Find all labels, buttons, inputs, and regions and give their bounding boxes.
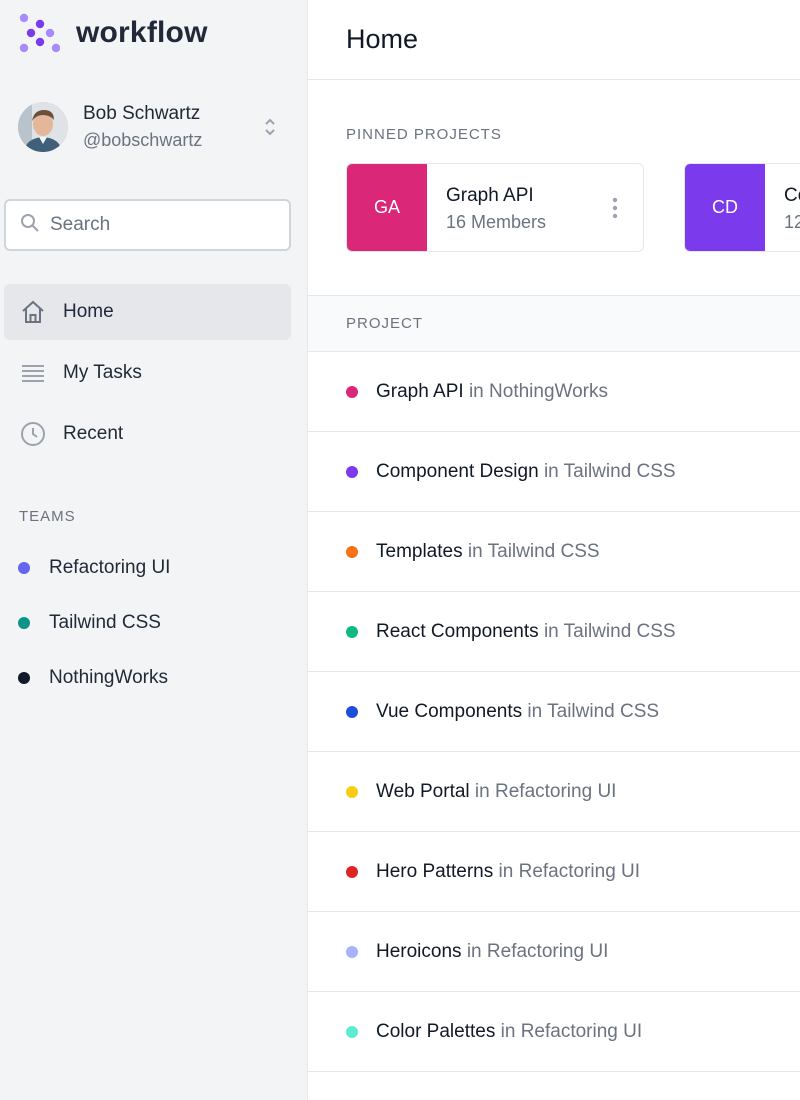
main-content: Home PINNED PROJECTS GA Graph API 16 Mem… <box>308 0 800 1100</box>
user-name: Bob Schwartz <box>83 103 201 124</box>
team-item-refactoring-ui[interactable]: Refactoring UI <box>18 540 288 595</box>
app-name: workflow <box>76 16 208 49</box>
table-row[interactable]: Graph API in NothingWorks <box>308 352 800 432</box>
project-color-dot <box>346 625 358 638</box>
more-vertical-icon[interactable] <box>587 164 643 251</box>
teams-list: Refactoring UI Tailwind CSS NothingWorks <box>18 540 288 705</box>
selector-icon[interactable] <box>260 112 280 142</box>
project-name: Heroicons <box>376 940 462 962</box>
home-icon <box>20 299 46 325</box>
project-name: Color Palettes <box>376 1020 496 1042</box>
table-row[interactable]: React Components in Tailwind CSS <box>308 592 800 672</box>
search-box[interactable] <box>4 199 291 251</box>
user-handle: @bobschwartz <box>83 130 203 150</box>
sidebar-item-home[interactable]: Home <box>4 284 291 340</box>
table-row[interactable]: Heroicons in Refactoring UI <box>308 912 800 992</box>
project-in: in <box>466 940 482 962</box>
table-row[interactable]: Color Palettes in Refactoring UI <box>308 992 800 1072</box>
table-header-project: PROJECT <box>308 295 800 352</box>
project-color-dot <box>346 785 358 798</box>
project-color-dot <box>346 465 358 478</box>
team-item-tailwind-css[interactable]: Tailwind CSS <box>18 595 288 650</box>
project-team: Refactoring UI <box>518 860 641 882</box>
user-menu[interactable]: Bob Schwartz @bobschwartz <box>18 98 280 156</box>
project-team: Refactoring UI <box>520 1020 643 1042</box>
pinned-project-members: 12 <box>784 212 800 232</box>
table-row[interactable]: Templates in Tailwind CSS <box>308 512 800 592</box>
team-label: Tailwind CSS <box>49 611 161 633</box>
project-team: Tailwind CSS <box>547 700 660 722</box>
table-row[interactable]: Web Portal in Refactoring UI <box>308 752 800 832</box>
pinned-project-card[interactable]: GA Graph API 16 Members <box>346 163 644 252</box>
sidebar-item-label: My Tasks <box>63 362 142 383</box>
table-row[interactable]: Vue Components in Tailwind CSS <box>308 672 800 752</box>
project-color-dot <box>346 945 358 958</box>
team-color-dot <box>18 616 30 629</box>
project-initials-badge: GA <box>347 164 427 251</box>
project-in: in <box>467 540 483 562</box>
pinned-projects-heading: PINNED PROJECTS <box>346 126 502 143</box>
project-color-dot <box>346 1025 358 1038</box>
app-logo[interactable]: workflow <box>18 12 208 54</box>
project-team: NothingWorks <box>489 380 609 402</box>
sidebar-item-label: Home <box>63 301 114 322</box>
sidebar-item-label: Recent <box>63 423 124 444</box>
project-team: Refactoring UI <box>495 780 617 802</box>
project-in: in <box>468 380 484 402</box>
team-color-dot <box>18 671 30 684</box>
page-title: Home <box>346 24 419 54</box>
project-name: React Components <box>376 620 539 642</box>
project-color-dot <box>346 705 358 718</box>
project-color-dot <box>346 385 358 398</box>
team-item-nothingworks[interactable]: NothingWorks <box>18 650 288 705</box>
pinned-project-title: Co <box>784 185 800 206</box>
project-color-dot <box>346 865 358 878</box>
team-label: Refactoring UI <box>49 556 171 578</box>
project-team: Tailwind CSS <box>563 460 676 482</box>
team-label: NothingWorks <box>49 666 168 688</box>
sidebar-item-recent[interactable]: Recent <box>4 406 291 462</box>
project-in: in <box>543 620 559 642</box>
list-icon <box>20 360 46 386</box>
project-team: Refactoring UI <box>486 940 609 962</box>
project-in: in <box>474 780 490 802</box>
sidebar-item-my-tasks[interactable]: My Tasks <box>4 345 291 401</box>
project-team: Tailwind CSS <box>487 540 600 562</box>
pinned-project-members: 16 Members <box>446 212 547 232</box>
project-in: in <box>527 700 543 722</box>
pinned-project-card[interactable]: CD Co 12 <box>684 163 800 252</box>
project-name: Graph API <box>376 380 464 402</box>
project-name: Hero Patterns <box>376 860 494 882</box>
project-in: in <box>500 1020 516 1042</box>
pinned-project-title: Graph API <box>446 185 534 206</box>
table-row[interactable]: Hero Patterns in Refactoring UI <box>308 832 800 912</box>
clock-icon <box>20 421 46 447</box>
sidebar-nav: Home My Tasks Recent <box>4 284 291 467</box>
project-in: in <box>543 460 559 482</box>
project-name: Component Design <box>376 460 539 482</box>
project-color-dot <box>346 545 358 558</box>
project-name: Web Portal <box>376 780 470 802</box>
team-color-dot <box>18 561 30 574</box>
sidebar: workflow Bob Schwartz @bobschwartz Searc… <box>0 0 308 1100</box>
search-input[interactable] <box>50 214 270 236</box>
table-row[interactable]: Component Design in Tailwind CSS <box>308 432 800 512</box>
project-in: in <box>498 860 514 882</box>
pinned-projects: GA Graph API 16 Members CD Co 12 <box>346 163 800 252</box>
workflow-logo-icon <box>19 13 60 53</box>
teams-heading: TEAMS <box>19 508 76 525</box>
project-initials-badge: CD <box>685 164 765 251</box>
page-header: Home <box>308 0 800 80</box>
project-team: Tailwind CSS <box>563 620 676 642</box>
search-icon <box>20 213 40 238</box>
project-name: Templates <box>376 540 463 562</box>
project-name: Vue Components <box>376 700 523 722</box>
projects-table: PROJECT Graph API in NothingWorks Compon… <box>308 295 800 1072</box>
avatar <box>18 102 68 152</box>
